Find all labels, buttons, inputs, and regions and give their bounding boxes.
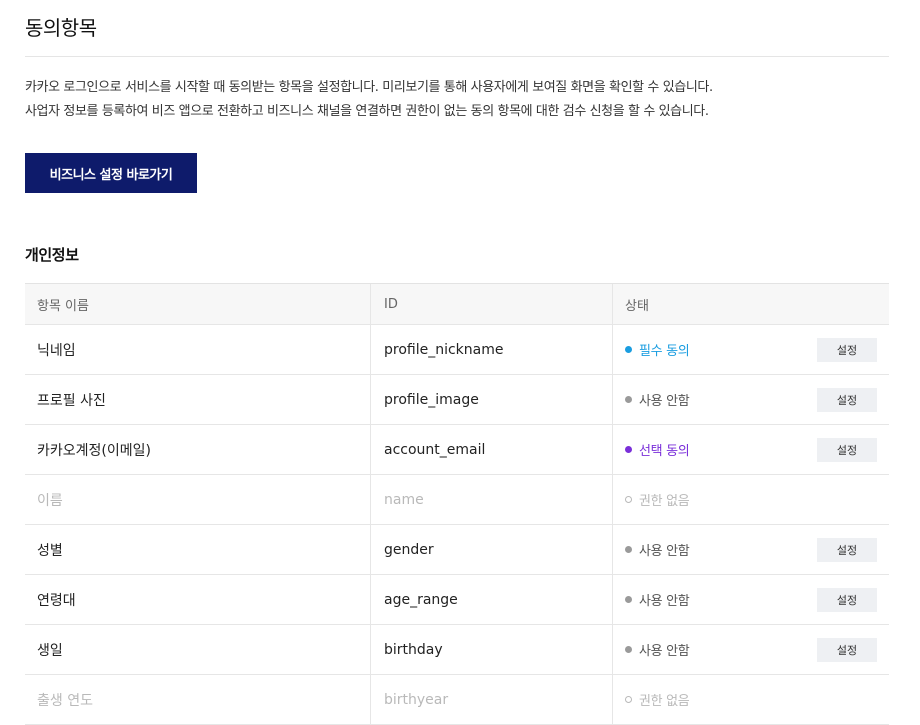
description-line-2: 사업자 정보를 등록하여 비즈 앱으로 전환하고 비즈니스 채널을 연결하면 권… (25, 104, 709, 119)
status-dot-icon (625, 646, 632, 653)
status-cell: 필수 동의 설정 (612, 325, 889, 374)
item-id-cell: birthyear (370, 675, 612, 724)
status-cell: 권한 없음 (612, 475, 889, 524)
status-dot-icon (625, 446, 632, 453)
status-badge: 필수 동의 (639, 344, 690, 359)
status-dot-icon (625, 596, 632, 603)
item-id-cell: name (370, 475, 612, 524)
status-dot-icon (625, 496, 632, 503)
consent-table: 항목 이름 ID 상태 닉네임 profile_nickname 필수 동의 설정 프로… (25, 283, 889, 725)
item-id-cell: age_range (370, 575, 612, 624)
item-name-cell: 출생 연도 (37, 692, 93, 709)
settings-button[interactable]: 설정 (817, 588, 877, 612)
status-badge: 사용 안함 (639, 594, 690, 609)
title-divider (25, 56, 889, 57)
item-name-cell: 이름 (37, 492, 63, 509)
status-badge: 권한 없음 (639, 694, 690, 709)
table-row: 생일 birthday 사용 안함 설정 (25, 625, 889, 675)
status-cell: 선택 동의 설정 (612, 425, 889, 474)
status-dot-icon (625, 346, 632, 353)
table-row: 닉네임 profile_nickname 필수 동의 설정 (25, 325, 889, 375)
page-title: 동의항목 (25, 16, 97, 40)
description-line-1: 카카오 로그인으로 서비스를 시작할 때 동의받는 항목을 설정합니다. 미리보… (25, 80, 713, 95)
header-status: 상태 (612, 284, 889, 324)
status-cell: 권한 없음 (612, 675, 889, 724)
item-name-cell: 카카오계정(이메일) (37, 442, 151, 459)
settings-button[interactable]: 설정 (817, 438, 877, 462)
table-row: 카카오계정(이메일) account_email 선택 동의 설정 (25, 425, 889, 475)
item-id-cell: profile_nickname (370, 325, 612, 374)
status-dot-icon (625, 696, 632, 703)
business-settings-button[interactable]: 비즈니스 설정 바로가기 (25, 153, 197, 193)
table-row: 출생 연도 birthyear 권한 없음 (25, 675, 889, 725)
item-id-cell: profile_image (370, 375, 612, 424)
header-id: ID (370, 284, 612, 324)
item-name-cell: 생일 (37, 642, 63, 659)
table-row: 프로필 사진 profile_image 사용 안함 설정 (25, 375, 889, 425)
settings-button[interactable]: 설정 (817, 338, 877, 362)
status-cell: 사용 안함 설정 (612, 525, 889, 574)
item-name-cell: 성별 (37, 542, 63, 559)
status-badge: 사용 안함 (639, 394, 690, 409)
table-row: 이름 name 권한 없음 (25, 475, 889, 525)
item-name-cell: 연령대 (37, 592, 76, 609)
table-row: 성별 gender 사용 안함 설정 (25, 525, 889, 575)
status-dot-icon (625, 396, 632, 403)
status-badge: 사용 안함 (639, 644, 690, 659)
item-id-cell: gender (370, 525, 612, 574)
item-name-cell: 프로필 사진 (37, 392, 106, 409)
settings-button[interactable]: 설정 (817, 638, 877, 662)
header-item-name: 항목 이름 (37, 298, 89, 314)
item-id-cell: birthday (370, 625, 612, 674)
item-id-cell: account_email (370, 425, 612, 474)
table-row: 연령대 age_range 사용 안함 설정 (25, 575, 889, 625)
status-dot-icon (625, 546, 632, 553)
status-cell: 사용 안함 설정 (612, 575, 889, 624)
item-name-cell: 닉네임 (37, 342, 76, 359)
status-cell: 사용 안함 설정 (612, 625, 889, 674)
settings-button[interactable]: 설정 (817, 538, 877, 562)
status-badge: 사용 안함 (639, 544, 690, 559)
settings-button[interactable]: 설정 (817, 388, 877, 412)
section-title-personal-info: 개인정보 (25, 246, 79, 264)
status-cell: 사용 안함 설정 (612, 375, 889, 424)
status-badge: 권한 없음 (639, 494, 690, 509)
table-body: 닉네임 profile_nickname 필수 동의 설정 프로필 사진 profile_… (25, 325, 889, 725)
table-header-row: 항목 이름 ID 상태 (25, 284, 889, 325)
status-badge: 선택 동의 (639, 444, 690, 459)
